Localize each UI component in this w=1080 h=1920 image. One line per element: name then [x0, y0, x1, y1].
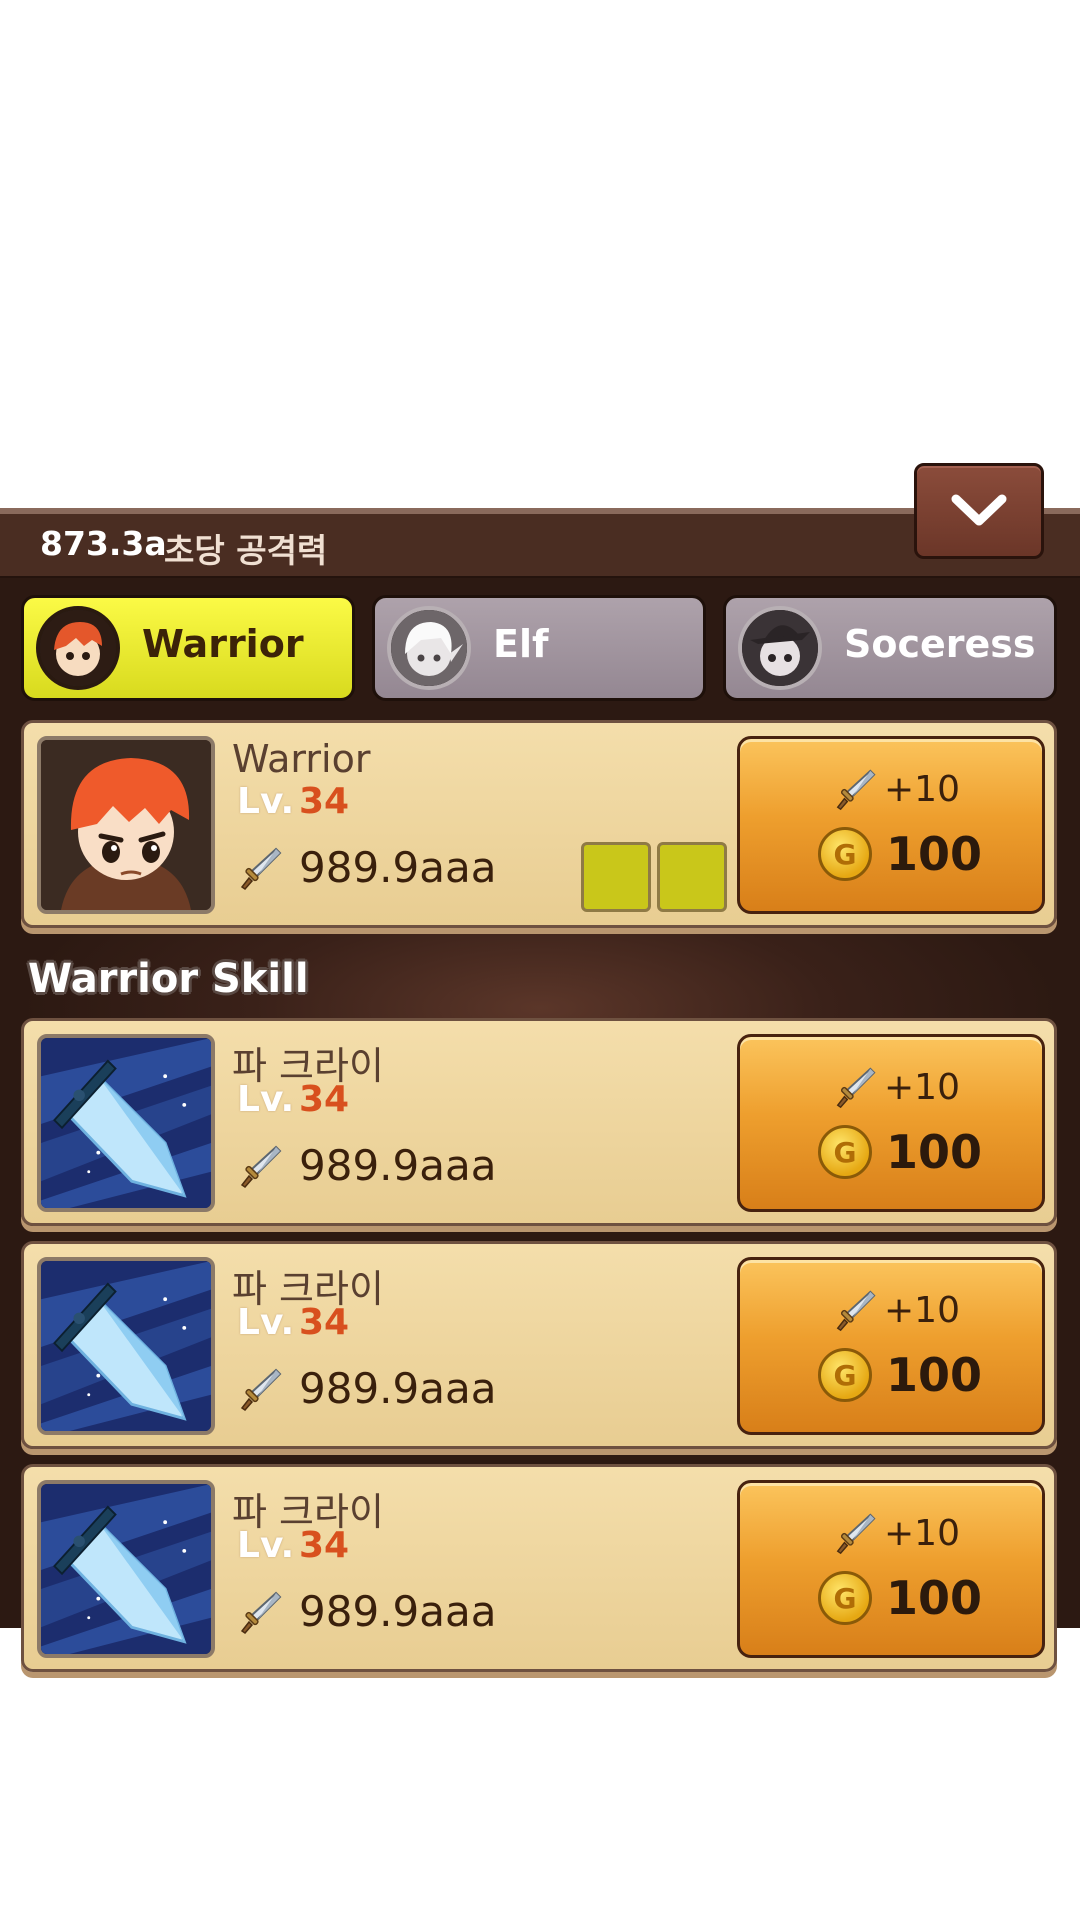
- tab-warrior[interactable]: Warrior: [21, 595, 355, 701]
- sword-icon: [832, 1511, 878, 1557]
- tab-elf[interactable]: Elf: [372, 595, 706, 701]
- gold-coin-icon: G: [818, 827, 872, 881]
- upgrade-bonus: +10: [884, 1290, 960, 1331]
- skill-level-value: 34: [299, 1079, 350, 1120]
- warrior-portrait: [37, 736, 215, 914]
- skill-upgrade-button[interactable]: +10 G 100: [737, 1034, 1045, 1212]
- upgrade-bonus: +10: [884, 1513, 960, 1554]
- skill-power: 989.9aaa: [299, 1364, 497, 1413]
- sword-icon: [832, 1288, 878, 1334]
- upgrade-cost: 100: [886, 1571, 983, 1625]
- upgrade-cost: 100: [886, 1125, 983, 1179]
- sword-icon: [236, 1366, 284, 1414]
- sword-icon: [832, 1065, 878, 1111]
- upgrade-cost: 100: [886, 827, 983, 881]
- dps-label: 초당 공격력: [164, 531, 328, 570]
- hero-power: 989.9aaa: [299, 843, 497, 892]
- skill-upgrade-button[interactable]: +10 G 100: [737, 1480, 1045, 1658]
- skill-card: 파 크라이 Lv. 34 989.9aaa +10 G 100: [21, 1464, 1057, 1672]
- skill-upgrade-button[interactable]: +10 G 100: [737, 1257, 1045, 1435]
- skill-power: 989.9aaa: [299, 1587, 497, 1636]
- skill-level-value: 34: [299, 1525, 350, 1566]
- gold-coin-icon: G: [818, 1571, 872, 1625]
- gold-coin-icon: G: [818, 1125, 872, 1179]
- dps-value: 873.3a: [40, 524, 167, 563]
- hero-name: Warrior: [232, 737, 371, 781]
- soceress-avatar-icon: [738, 606, 822, 690]
- section-title: Warrior Skill: [28, 956, 309, 1002]
- equipment-slot-1[interactable]: [581, 842, 651, 912]
- equipment-slot-2[interactable]: [657, 842, 727, 912]
- upgrade-bonus: +10: [884, 769, 960, 810]
- skill-icon: [37, 1034, 215, 1212]
- skill-level-value: 34: [299, 1302, 350, 1343]
- skill-power: 989.9aaa: [299, 1141, 497, 1190]
- hero-upgrade-button[interactable]: +10 G 100: [737, 736, 1045, 914]
- sword-icon: [236, 845, 284, 893]
- skill-icon: [37, 1257, 215, 1435]
- upgrade-bonus: +10: [884, 1067, 960, 1108]
- hero-level-label: Lv.: [237, 781, 295, 822]
- sword-icon: [236, 1589, 284, 1637]
- tab-soceress-label: Soceress: [844, 622, 1036, 666]
- skill-level-label: Lv.: [237, 1525, 295, 1566]
- collapse-panel-button[interactable]: [914, 463, 1044, 559]
- skill-level-label: Lv.: [237, 1079, 295, 1120]
- chevron-down-icon: [951, 494, 1007, 526]
- hero-card: Warrior Lv. 34 989.9aaa +10 G 100: [21, 720, 1057, 928]
- warrior-avatar-icon: [36, 606, 120, 690]
- hero-level-value: 34: [299, 781, 350, 822]
- upgrade-cost: 100: [886, 1348, 983, 1402]
- sword-icon: [832, 767, 878, 813]
- tab-warrior-label: Warrior: [142, 622, 304, 666]
- skill-icon: [37, 1480, 215, 1658]
- tab-elf-label: Elf: [493, 622, 549, 666]
- gold-coin-icon: G: [818, 1348, 872, 1402]
- skill-card: 파 크라이 Lv. 34 989.9aaa +10 G 100: [21, 1018, 1057, 1226]
- elf-avatar-icon: [387, 606, 471, 690]
- skill-card: 파 크라이 Lv. 34 989.9aaa +10 G 100: [21, 1241, 1057, 1449]
- skill-level-label: Lv.: [237, 1302, 295, 1343]
- sword-icon: [236, 1143, 284, 1191]
- tab-soceress[interactable]: Soceress: [723, 595, 1057, 701]
